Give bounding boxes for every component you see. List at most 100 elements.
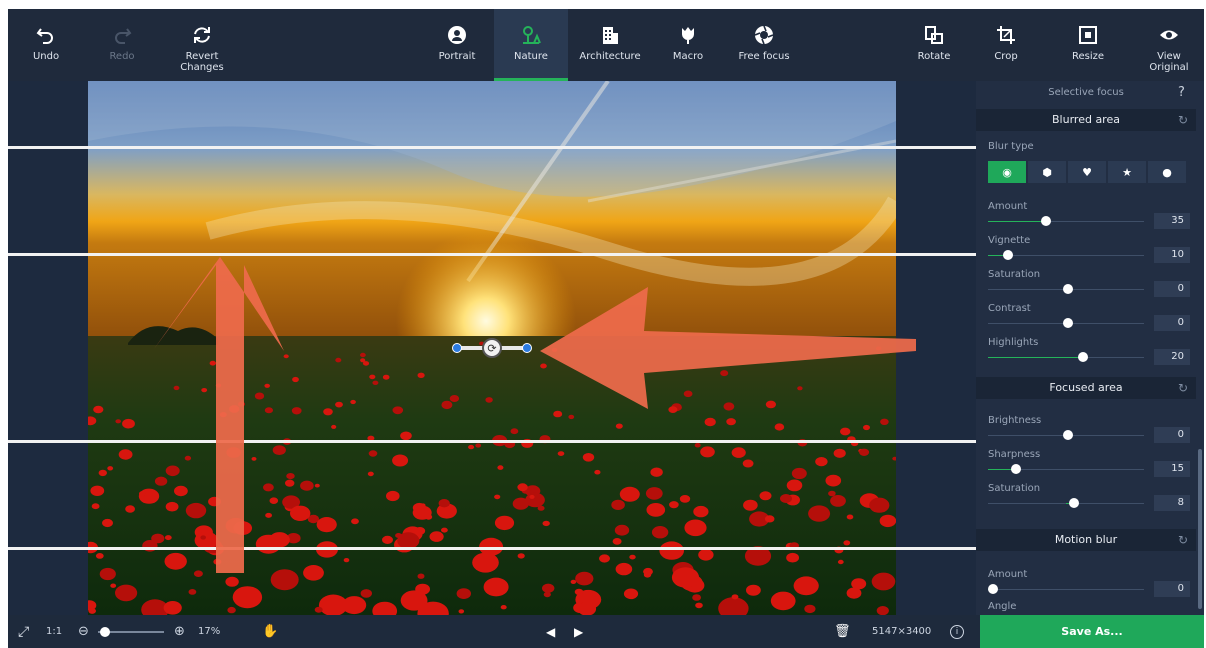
blur-type-drop[interactable]: ● [1148, 161, 1186, 183]
blur-type-hexagon[interactable]: ⬢ [1028, 161, 1066, 183]
tab-macro[interactable]: Macro [662, 9, 714, 81]
slider-knob[interactable] [987, 584, 998, 594]
pan-hand-button[interactable]: ✋ [262, 615, 278, 648]
undo-button[interactable]: Undo [24, 9, 68, 81]
fullscreen-icon: ⤢ [18, 623, 30, 640]
slider-track[interactable] [988, 464, 1144, 474]
slider-track[interactable] [988, 318, 1144, 328]
revert-changes-button[interactable]: Revert Changes [172, 9, 232, 81]
next-image-button[interactable]: ▶ [574, 615, 583, 648]
slider-value-field[interactable]: 0 [1154, 281, 1190, 297]
slider-value-field[interactable]: 0 [1154, 581, 1190, 597]
previous-image-button[interactable]: ◀ [546, 615, 555, 648]
slider-knob[interactable] [1062, 318, 1073, 328]
star-icon: ★ [1122, 165, 1132, 179]
redo-button[interactable]: Redo [100, 9, 144, 81]
tab-portrait[interactable]: Portrait [428, 9, 486, 81]
slider-track[interactable] [988, 250, 1144, 260]
zoom-out-button[interactable]: ⊖ [78, 615, 89, 648]
resize-label: Resize [1071, 51, 1105, 62]
building-icon [599, 21, 621, 49]
portrait-label: Portrait [438, 51, 476, 62]
rotate-button[interactable]: Rotate [906, 9, 962, 81]
slider-value-field[interactable]: 20 [1154, 349, 1190, 365]
heart-icon: ♥ [1082, 165, 1092, 179]
nature-label: Nature [514, 51, 548, 62]
zoom-slider[interactable] [98, 615, 164, 648]
slider-label: Angle [988, 601, 1017, 612]
slider-label: Brightness [988, 415, 1042, 426]
slider-value-field[interactable]: 35 [1154, 213, 1190, 229]
refresh-icon [191, 21, 213, 49]
crop-button[interactable]: Crop [982, 9, 1030, 81]
slider-knob[interactable] [1003, 250, 1014, 260]
slider-value-field[interactable]: 0 [1154, 427, 1190, 443]
reset-blurred-icon[interactable]: ↻ [1178, 109, 1188, 131]
crop-icon [995, 21, 1017, 49]
revert-changes-label: Revert Changes [180, 51, 224, 73]
slider-knob[interactable] [1078, 352, 1089, 362]
zoom-in-icon: ⊕ [174, 624, 185, 639]
blurred-area-header[interactable]: Blurred area ↻ [976, 109, 1196, 131]
slider-knob[interactable] [1068, 498, 1079, 508]
delete-button[interactable]: 🗑 [834, 615, 851, 648]
eye-icon [1158, 21, 1180, 49]
blur-type-star[interactable]: ★ [1108, 161, 1146, 183]
portrait-icon [446, 21, 468, 49]
slider-label: Highlights [988, 337, 1039, 348]
focused-area-title: Focused area [1049, 381, 1123, 394]
redo-icon [111, 21, 133, 49]
slider-knob[interactable] [1011, 464, 1022, 474]
slider-track[interactable] [988, 430, 1144, 440]
annotation-arrows [154, 257, 916, 573]
rotate-icon [923, 21, 945, 49]
motion-blur-header[interactable]: Motion blur ↻ [976, 529, 1196, 551]
reset-focused-icon[interactable]: ↻ [1178, 377, 1188, 399]
app-window: Undo Redo Revert Changes Portrait Nature… [8, 9, 1204, 648]
resize-button[interactable]: Resize [1060, 9, 1116, 81]
view-original-button[interactable]: View Original [1144, 9, 1194, 81]
redo-label: Redo [109, 51, 135, 62]
slider-value-field[interactable]: 10 [1154, 247, 1190, 263]
save-as-button[interactable]: Save As... [980, 615, 1204, 648]
rotate-label: Rotate [917, 51, 951, 62]
slider-knob[interactable] [1062, 284, 1073, 294]
slider-track[interactable] [988, 284, 1144, 294]
undo-label: Undo [32, 51, 60, 62]
reset-motion-icon[interactable]: ↻ [1178, 529, 1188, 551]
slider-knob[interactable] [1062, 430, 1073, 440]
slider-knob[interactable] [1040, 216, 1051, 226]
zoom-percent: 17% [198, 626, 221, 637]
selective-focus-panel: Selective focus ? Blurred area ↻ Blur ty… [976, 81, 1204, 615]
zoom-slider-knob[interactable] [99, 626, 110, 637]
slider-value-field[interactable]: 15 [1154, 461, 1190, 477]
blur-type-heart[interactable]: ♥ [1068, 161, 1106, 183]
fullscreen-button[interactable]: ⤢ [18, 615, 29, 648]
focused-area-header[interactable]: Focused area ↻ [976, 377, 1196, 399]
slider-track[interactable] [988, 498, 1144, 508]
tab-free-focus[interactable]: Free focus [728, 9, 800, 81]
arrow-left-annotation [540, 287, 916, 409]
slider-track[interactable] [988, 216, 1144, 226]
zoom-in-button[interactable]: ⊕ [174, 615, 185, 648]
slider-value-field[interactable]: 0 [1154, 315, 1190, 331]
help-button[interactable]: ? [1178, 85, 1185, 100]
free-focus-label: Free focus [738, 51, 790, 62]
slider-track[interactable] [987, 584, 1144, 594]
circle-icon: ◉ [1002, 165, 1012, 179]
actual-size-button[interactable]: 1:1 [46, 615, 62, 648]
motion-blur-title: Motion blur [1054, 533, 1118, 546]
slider-label: Saturation [988, 483, 1041, 494]
blur-type-circle[interactable]: ◉ [988, 161, 1026, 183]
tab-architecture[interactable]: Architecture [572, 9, 648, 81]
slider-track[interactable] [988, 352, 1144, 362]
image-canvas[interactable]: ⟳ [8, 81, 976, 615]
panel-scrollbar[interactable] [1198, 449, 1202, 609]
slider-label: Amount [988, 201, 1028, 212]
slider-fill [988, 357, 1084, 358]
slider-value-field[interactable]: 8 [1154, 495, 1190, 511]
tab-nature[interactable]: Nature [494, 9, 568, 81]
macro-label: Macro [672, 51, 704, 62]
info-button[interactable]: i [950, 615, 964, 648]
blur-type-label: Blur type [988, 141, 1034, 152]
